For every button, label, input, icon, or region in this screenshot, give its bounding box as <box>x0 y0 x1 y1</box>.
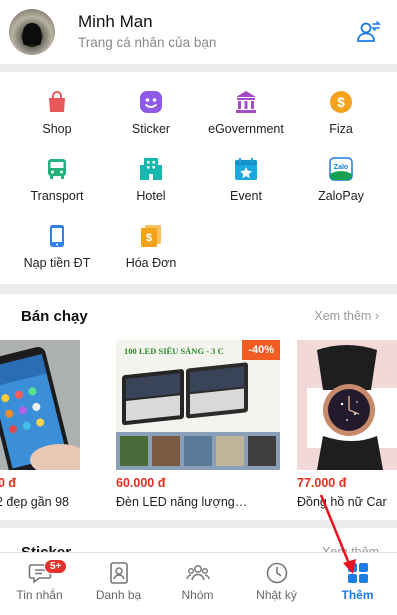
switch-account-icon[interactable] <box>356 19 382 45</box>
svg-text:Zalo: Zalo <box>334 164 348 171</box>
utility-label: Hóa Đơn <box>125 256 177 270</box>
utility-label: eGovernment <box>208 122 284 136</box>
contacts-icon <box>109 562 128 584</box>
utility-label: Shop <box>42 122 72 136</box>
tab-label: Tin nhắn <box>16 588 63 602</box>
tab-label: Danh bạ <box>95 588 142 602</box>
profile-header[interactable]: Minh Man Trang cá nhân của bạn <box>0 0 397 64</box>
profile-name: Minh Man <box>78 12 153 31</box>
clock-icon <box>266 562 287 584</box>
utility-shop[interactable]: Shop <box>7 72 107 136</box>
tab-label: Nhóm <box>181 588 214 602</box>
product-name: Đồng hồ nữ Car <box>297 495 387 509</box>
government-building-icon <box>236 91 256 113</box>
utility-zalopay[interactable]: Zalo ZaloPay <box>291 139 391 203</box>
shop-bag-icon <box>49 91 65 112</box>
utility-label: ZaloPay <box>318 189 364 203</box>
see-more-label: Xem thêm <box>314 309 372 323</box>
utility-hotel[interactable]: Hotel <box>101 139 201 203</box>
sticker-icon <box>140 91 162 113</box>
tab-label: Thêm <box>341 588 374 602</box>
solar-led-lamp-image: 100 LED SIÊU SÁNG - 3 C -40% <box>116 340 280 470</box>
utility-event[interactable]: Event <box>196 139 296 203</box>
women-watch-image <box>297 340 397 470</box>
zalopay-icon: Zalo <box>329 157 353 181</box>
product-card[interactable]: 0 đ 2 đẹp gần 98 <box>0 340 80 510</box>
tab-groups[interactable]: Nhóm <box>158 553 237 615</box>
product-price: 60.000 đ <box>116 476 166 490</box>
bus-icon <box>48 159 66 179</box>
product-price: 0 đ <box>0 476 17 490</box>
utility-label: Sticker <box>131 122 171 136</box>
coin-icon: $ <box>330 91 352 113</box>
utility-fiza[interactable]: $ Fiza <box>291 72 391 136</box>
avatar[interactable] <box>9 9 55 55</box>
bill-icon: $ <box>141 225 161 247</box>
product-price: 77.000 đ <box>297 476 347 490</box>
profile-subtitle: Trang cá nhân của bạn <box>78 35 217 50</box>
phone-topup-icon <box>50 225 64 247</box>
tab-more[interactable]: Thêm <box>318 553 397 615</box>
product-card[interactable]: 100 LED SIÊU SÁNG - 3 C -40% 60.000 đ Đè… <box>116 340 280 510</box>
product-name: Đèn LED năng lượng… <box>116 495 248 509</box>
see-more-link[interactable]: Xem thêm › <box>314 309 379 323</box>
utilities-grid: Shop Sticker eGovernment $ Fiza Transpor… <box>0 72 397 284</box>
svg-text:$: $ <box>337 94 345 110</box>
tab-contacts[interactable]: Danh bạ <box>79 553 158 615</box>
utility-label: Hotel <box>136 189 166 203</box>
utility-phone-topup[interactable]: Nạp tiền ĐT <box>7 206 107 270</box>
utility-bill[interactable]: $ Hóa Đơn <box>101 206 201 270</box>
tab-timeline[interactable]: Nhật ký <box>237 553 316 615</box>
svg-text:$: $ <box>146 232 152 244</box>
bottom-tab-bar: 5+ Tin nhắn Danh bạ Nhóm Nhật ký Thêm <box>0 552 397 615</box>
unread-badge: 5+ <box>44 559 68 574</box>
tab-label: Nhật ký <box>256 588 297 602</box>
utility-sticker[interactable]: Sticker <box>101 72 201 136</box>
smartphone-image <box>0 340 80 470</box>
group-icon <box>185 565 210 581</box>
discount-badge: -40% <box>242 340 280 360</box>
utility-label: Event <box>230 189 262 203</box>
utility-transport[interactable]: Transport <box>7 139 107 203</box>
section-title: Bán chạy <box>21 308 88 325</box>
best-selling-section: Bán chạy Xem thêm › 0 đ 2 đẹp gần 98 100… <box>0 294 397 520</box>
utility-egovernment[interactable]: eGovernment <box>196 72 296 136</box>
chevron-right-icon: › <box>374 309 379 323</box>
product-name: 2 đẹp gần 98 <box>0 495 69 509</box>
product-banner: 100 LED SIÊU SÁNG - 3 C <box>124 346 224 356</box>
utility-label: Fiza <box>329 122 353 136</box>
hotel-icon <box>140 158 162 180</box>
calendar-star-icon <box>235 158 257 180</box>
grid-more-icon <box>347 563 368 583</box>
tab-messages[interactable]: 5+ Tin nhắn <box>0 553 79 615</box>
utility-label: Nạp tiền ĐT <box>23 256 91 270</box>
product-card[interactable]: 77.000 đ Đồng hồ nữ Car <box>297 340 397 510</box>
utility-label: Transport <box>30 189 84 203</box>
